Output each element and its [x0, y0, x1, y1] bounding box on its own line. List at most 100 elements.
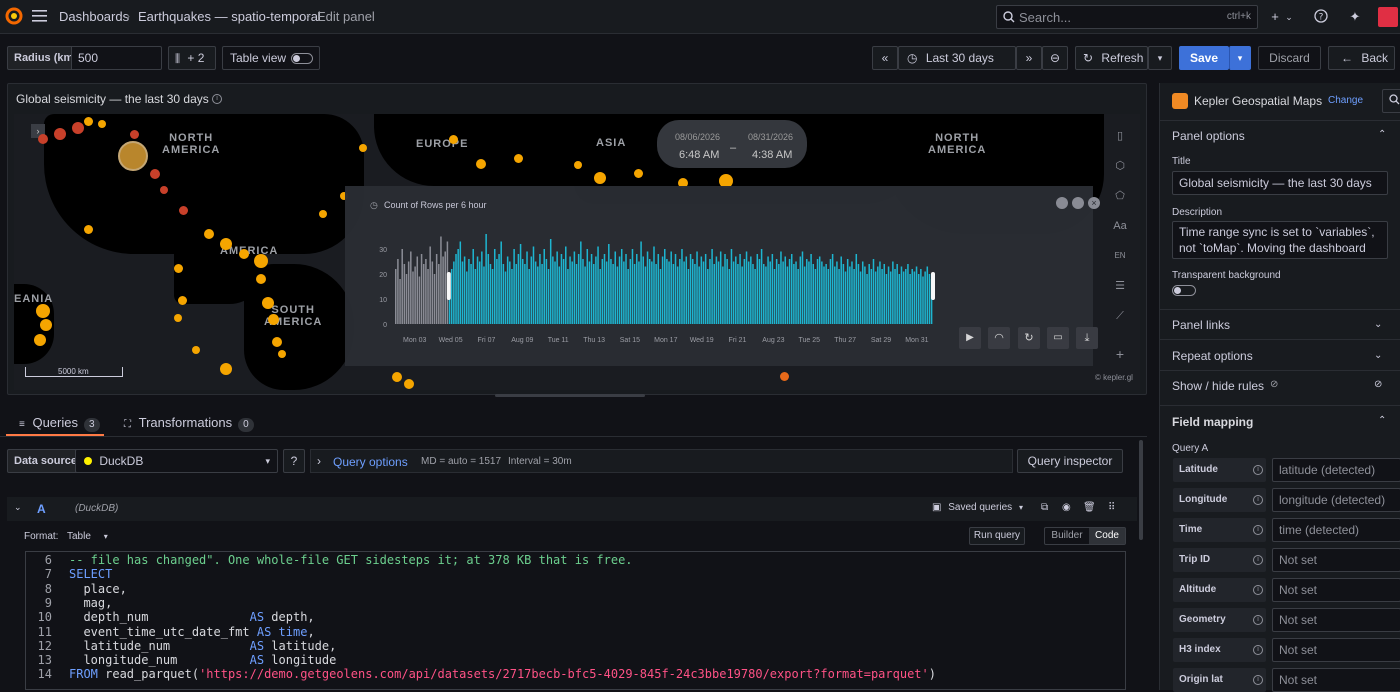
search-box[interactable]: Search... ctrl+k: [996, 5, 1258, 29]
quake-marker[interactable]: [36, 304, 50, 318]
info-icon[interactable]: i: [1253, 555, 1263, 565]
range-start-handle[interactable]: [446, 272, 451, 300]
quake-marker[interactable]: [38, 134, 48, 144]
zoom-out-button[interactable]: ⊖: [1042, 46, 1068, 70]
quake-marker[interactable]: [359, 144, 367, 152]
eye-icon[interactable]: ◉: [1062, 502, 1071, 513]
chevron-up-icon[interactable]: ⌃: [1378, 129, 1386, 140]
tab-transformations[interactable]: ⛶ Transformations 0: [124, 415, 254, 432]
quake-marker[interactable]: [254, 254, 268, 268]
quake-marker[interactable]: [392, 372, 402, 382]
field-select-longitude[interactable]: longitude (detected): [1272, 488, 1400, 512]
breadcrumb-dashboards[interactable]: Dashboards: [59, 9, 129, 24]
quake-marker[interactable]: [174, 314, 182, 322]
panel-resize-handle[interactable]: [495, 394, 645, 397]
count-histogram[interactable]: 0 10 20 30 Mon 03 Wed 05 Fri 07 Aug 09 Tue 11 Thu…: [345, 186, 965, 366]
refresh-interval-dropdown[interactable]: ▾: [1148, 46, 1172, 70]
quake-marker[interactable]: [192, 346, 200, 354]
toggle-switch[interactable]: [291, 53, 313, 64]
layers-panel-icon[interactable]: ▯: [1112, 128, 1128, 144]
field-select-trip-id[interactable]: Not set: [1272, 548, 1400, 572]
query-ref-id[interactable]: A: [37, 502, 46, 516]
sparkle-icon[interactable]: ✦: [1347, 9, 1363, 25]
chevron-down-icon[interactable]: ⌄: [1374, 350, 1382, 361]
grafana-logo-icon[interactable]: [4, 6, 24, 26]
quake-marker[interactable]: [594, 172, 606, 184]
query-options-label[interactable]: Query options: [333, 455, 408, 469]
field-select-time[interactable]: time (detected): [1272, 518, 1400, 542]
refresh-button[interactable]: ↻ Refresh: [1075, 46, 1148, 70]
search-options-button[interactable]: [1382, 89, 1400, 113]
change-viz-link[interactable]: Change: [1328, 95, 1363, 106]
time-range-overlay[interactable]: 08/06/2026 6:48 AM – 08/31/2026 4:38 AM: [657, 120, 807, 168]
quake-marker[interactable]: [130, 130, 139, 139]
info-icon[interactable]: i: [1253, 525, 1263, 535]
close-icon[interactable]: ×: [1088, 197, 1100, 209]
drag-handle-icon[interactable]: ⠿: [1108, 502, 1115, 513]
quake-marker[interactable]: [514, 154, 523, 163]
text-size-icon[interactable]: Aa: [1112, 218, 1128, 234]
query-inspector-button[interactable]: Query inspector: [1017, 449, 1123, 473]
chevron-down-icon[interactable]: [1072, 197, 1084, 209]
info-icon[interactable]: i: [1253, 465, 1263, 475]
transparent-toggle[interactable]: [1172, 285, 1196, 296]
title-input[interactable]: Global seismicity — the last 30 days: [1172, 171, 1388, 195]
info-icon[interactable]: i: [1253, 495, 1263, 505]
kepler-map[interactable]: › NORTH AMERICA EUROPE ASIA NORTH AMERIC…: [14, 114, 1140, 390]
field-select-latitude[interactable]: latitude (detected): [1272, 458, 1400, 482]
quake-marker[interactable]: [268, 314, 279, 325]
info-icon[interactable]: i: [212, 94, 222, 104]
chevron-down-icon[interactable]: ⌄: [1374, 319, 1382, 330]
panel-links-header[interactable]: Panel links: [1172, 318, 1230, 332]
saved-queries-button[interactable]: ▣ Saved queries ▾: [932, 502, 1023, 513]
trash-icon[interactable]: 🗑: [1083, 502, 1096, 513]
radius-input[interactable]: 500: [71, 46, 162, 70]
code-line[interactable]: -- file has changed". One whole-file GET…: [69, 553, 633, 567]
info-icon[interactable]: i: [1253, 675, 1263, 685]
quake-marker[interactable]: [179, 206, 188, 215]
info-icon[interactable]: i: [1253, 585, 1263, 595]
window-mode-button[interactable]: ▭: [1047, 327, 1069, 349]
quake-marker[interactable]: [72, 122, 84, 134]
save-options-dropdown[interactable]: ▾: [1229, 46, 1251, 70]
chevron-down-icon[interactable]: ⌄: [1281, 9, 1297, 25]
format-select[interactable]: Table ▾: [67, 531, 108, 542]
query-options-bar[interactable]: › Query options MD = auto = 1517 Interva…: [310, 449, 1013, 473]
quake-marker[interactable]: [220, 238, 232, 250]
quake-marker[interactable]: [272, 337, 282, 347]
legend-icon[interactable]: ☰: [1112, 278, 1128, 294]
quake-marker[interactable]: [574, 161, 582, 169]
code-line[interactable]: place,: [69, 582, 126, 596]
quake-marker[interactable]: [278, 350, 286, 358]
datasource-picker[interactable]: DuckDB ▾: [75, 449, 278, 473]
quake-marker[interactable]: [780, 372, 789, 381]
code-line[interactable]: latitude_num AS latitude,: [69, 639, 336, 653]
time-picker-button[interactable]: ◷ Last 30 days: [898, 46, 1016, 70]
draw-icon[interactable]: ⬠: [1112, 188, 1128, 204]
quake-marker[interactable]: [54, 128, 66, 140]
field-mapping-header[interactable]: Field mapping: [1172, 415, 1253, 429]
quake-marker[interactable]: [256, 274, 266, 284]
collapse-icon[interactable]: ⌄: [14, 502, 22, 513]
code-line[interactable]: SELECT: [69, 567, 112, 581]
breadcrumb-dashboard[interactable]: Earthquakes — spatio-temporal: [138, 9, 321, 24]
chevron-up-icon[interactable]: ⌃: [1378, 415, 1386, 426]
export-button[interactable]: ⤓: [1076, 327, 1098, 349]
code-line[interactable]: depth_num AS depth,: [69, 610, 314, 624]
ban-icon[interactable]: ⊘: [1374, 379, 1382, 390]
sql-code-editor[interactable]: 6 -- file has changed". One whole-file GE…: [25, 551, 1126, 690]
tab-queries[interactable]: ≡ Queries 3: [19, 415, 100, 432]
play-button[interactable]: ▶: [959, 327, 981, 349]
quake-marker[interactable]: [34, 334, 46, 346]
range-end-handle[interactable]: [931, 272, 935, 300]
3d-cube-icon[interactable]: ⬡: [1112, 158, 1128, 174]
quake-marker[interactable]: [404, 379, 414, 389]
code-line[interactable]: event_time_utc_date_fmt AS time,: [69, 625, 314, 639]
code-line[interactable]: longitude_num AS longitude: [69, 653, 336, 667]
repeat-options-header[interactable]: Repeat options: [1172, 349, 1253, 363]
quake-marker[interactable]: [476, 159, 486, 169]
time-back-button[interactable]: «: [872, 46, 898, 70]
description-textarea[interactable]: Time range sync is set to `variables`, n…: [1172, 221, 1388, 259]
quake-marker[interactable]: [319, 210, 327, 218]
quake-marker[interactable]: [150, 169, 160, 179]
